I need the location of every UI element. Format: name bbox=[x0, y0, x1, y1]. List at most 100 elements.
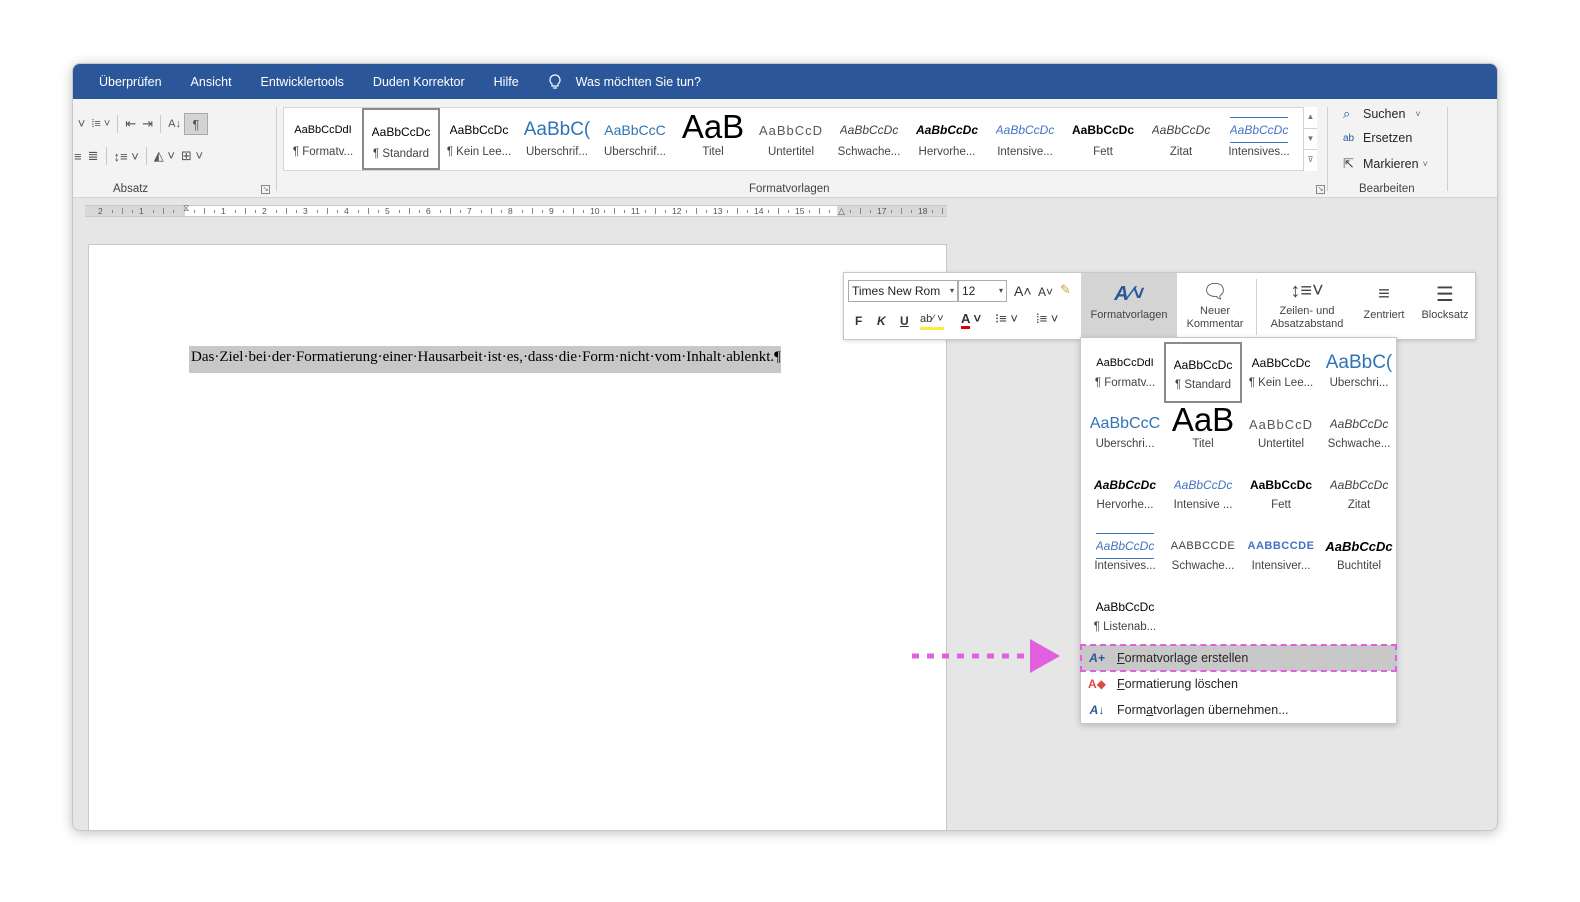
sort-icon[interactable]: A↓ bbox=[165, 113, 184, 135]
line-spacing-icon[interactable]: ↕≡ ˅ bbox=[111, 145, 142, 167]
gallery-style-item[interactable]: AaBbCcDc ¶ Kein Lee... bbox=[440, 108, 518, 170]
blocksatz-button[interactable]: ☰ Blocksatz bbox=[1414, 273, 1476, 339]
ruler-tick bbox=[214, 210, 215, 213]
font-color-icon[interactable]: A ˅ bbox=[961, 311, 981, 329]
bearbeiten-group: ⌕ Suchen ˅ ab Ersetzen ⇱ Markieren ˅ Bearbeit… bbox=[1331, 99, 1447, 198]
style-item[interactable]: AABBCCDE Intensiver... bbox=[1242, 525, 1320, 586]
menu-duden-korrektor[interactable]: Duden Korrektor bbox=[373, 75, 465, 89]
gallery-more-icon[interactable]: ⊽ bbox=[1304, 150, 1317, 171]
gallery-style-item-selected[interactable]: AaBbCcDc ¶ Standard bbox=[362, 108, 440, 170]
multilevel-list-icon[interactable]: ⁞≡ ˅ bbox=[88, 113, 113, 135]
style-item[interactable]: AaBbCcDdI ¶ Formatv... bbox=[1086, 342, 1164, 403]
formatvorlagen-uebernehmen-label: Formatvorlagen übernehmen... bbox=[1117, 703, 1289, 717]
gallery-scroll-down-icon[interactable]: ▼ bbox=[1304, 129, 1317, 151]
neuer-kommentar-button[interactable]: 🗨 Neuer Kommentar bbox=[1180, 273, 1250, 339]
zentriert-button[interactable]: ≡ Zentriert bbox=[1354, 273, 1414, 339]
gallery-style-item[interactable]: AaB Titel bbox=[674, 108, 752, 170]
ruler-tick bbox=[255, 210, 256, 213]
style-item[interactable]: AaBbCcDc Hervorhe... bbox=[1086, 464, 1164, 525]
shading-icon[interactable]: ◭ ˅ bbox=[151, 145, 178, 167]
italic-button[interactable]: K bbox=[877, 313, 886, 329]
align-distributed-icon[interactable]: ≣ bbox=[85, 145, 102, 167]
right-indent-marker[interactable]: △ bbox=[838, 206, 845, 217]
ruler-number: 14 bbox=[754, 206, 764, 216]
gallery-scrollbar[interactable]: ▲ ▼ ⊽ bbox=[1303, 107, 1317, 171]
tell-me-search[interactable]: Was möchten Sie tun? bbox=[548, 73, 701, 90]
align-justify-icon[interactable]: ≡ bbox=[73, 145, 85, 167]
bullets-icon[interactable]: ⁝≡ ˅ bbox=[995, 311, 1018, 327]
gallery-style-item[interactable]: AaBbCcDc Zitat bbox=[1142, 108, 1220, 170]
menu-hilfe[interactable]: Hilfe bbox=[494, 75, 519, 89]
ruler-tick bbox=[932, 210, 933, 213]
formatvorlage-erstellen-menu-item[interactable]: A+ Formatvorlage erstellen bbox=[1080, 644, 1397, 672]
gallery-style-item[interactable]: AaBbCcDc Hervorhe... bbox=[908, 108, 986, 170]
zeilen-absatzabstand-button[interactable]: ↕≡˅ Zeilen- und Absatzabstand bbox=[1262, 273, 1352, 339]
line-spacing-icon: ↕≡˅ bbox=[1290, 279, 1324, 302]
menu-ueberpruefen[interactable]: Überprüfen bbox=[99, 75, 162, 89]
style-item[interactable]: AaBbCcC Überschri... bbox=[1086, 403, 1164, 464]
style-item[interactable]: AaBbCcDc Fett bbox=[1242, 464, 1320, 525]
menu-ansicht[interactable]: Ansicht bbox=[191, 75, 232, 89]
gallery-style-item[interactable]: AaBbCcC Überschrif... bbox=[596, 108, 674, 170]
gallery-style-item[interactable]: AaBbCcDc Fett bbox=[1064, 108, 1142, 170]
gallery-style-item[interactable]: AaBbCcD Untertitel bbox=[752, 108, 830, 170]
suchen-button[interactable]: ⌕ Suchen ˅ bbox=[1343, 106, 1421, 122]
ruler-number: 1 bbox=[139, 206, 144, 216]
font-size-field[interactable]: 12 ▾ bbox=[958, 280, 1007, 302]
style-item[interactable]: AaBbCcD Untertitel bbox=[1242, 403, 1320, 464]
ruler-tick bbox=[204, 208, 205, 214]
gallery-scroll-up-icon[interactable]: ▲ bbox=[1304, 107, 1317, 129]
ruler-tick bbox=[163, 208, 164, 214]
ruler-tick bbox=[245, 208, 246, 214]
formatvorlagen-label: Formatvorlagen bbox=[749, 183, 830, 195]
style-item[interactable]: AaBbCcDc Schwache... bbox=[1320, 403, 1398, 464]
style-item[interactable]: AaBbCcDc Intensives... bbox=[1086, 525, 1164, 586]
show-formatting-marks-icon[interactable]: ¶ bbox=[183, 113, 208, 135]
style-item-selected[interactable]: AaBbCcDc ¶ Standard bbox=[1164, 342, 1242, 403]
style-item[interactable]: AaBbCcDc Intensive ... bbox=[1164, 464, 1242, 525]
grow-font-icon[interactable]: A˄ bbox=[1014, 283, 1032, 299]
gallery-style-item[interactable]: AaBbC(Überschrif... bbox=[518, 108, 596, 170]
ruler-number: 6 bbox=[426, 206, 431, 216]
formatvorlagen-dialog-launcher-icon[interactable]: ↘ bbox=[1316, 185, 1325, 194]
shrink-font-icon[interactable]: A˅ bbox=[1038, 284, 1053, 300]
gallery-style-item[interactable]: AaBbCcDdI ¶ Formatv... bbox=[284, 108, 362, 170]
ruler-tick bbox=[194, 210, 195, 213]
decrease-indent-icon[interactable]: ⇤ bbox=[122, 113, 139, 135]
document-page[interactable]: Das·Ziel·bei·der·Formatierung·einer·Haus… bbox=[88, 244, 947, 830]
document-paragraph[interactable]: Das·Ziel·bei·der·Formatierung·einer·Haus… bbox=[189, 346, 781, 373]
style-item[interactable]: AaB Titel bbox=[1164, 403, 1242, 464]
menu-entwicklertools[interactable]: Entwicklertools bbox=[261, 75, 344, 89]
style-item[interactable]: AaBbCcDc Zitat bbox=[1320, 464, 1398, 525]
bold-button[interactable]: F bbox=[855, 313, 862, 329]
ruler-tick bbox=[891, 210, 892, 213]
formatierung-loeschen-menu-item[interactable]: A◆ Formatierung löschen bbox=[1081, 671, 1396, 697]
formatvorlagen-button[interactable]: A⁄˅ Formatvorlagen bbox=[1081, 273, 1177, 339]
markieren-button[interactable]: ⇱ Markieren ˅ bbox=[1343, 156, 1428, 172]
gallery-style-item[interactable]: AaBbCcDc Intensives... bbox=[1220, 108, 1298, 170]
create-style-icon: A+ bbox=[1089, 651, 1105, 665]
gallery-style-item[interactable]: AaBbCcDc Intensive... bbox=[986, 108, 1064, 170]
ersetzen-button[interactable]: ab Ersetzen bbox=[1343, 131, 1412, 145]
borders-icon[interactable]: ⊞ ˅ bbox=[178, 145, 206, 167]
gallery-style-item[interactable]: AaBbCcDc Schwache... bbox=[830, 108, 908, 170]
style-item[interactable]: AaBbC(Überschri... bbox=[1320, 342, 1398, 403]
increase-indent-icon[interactable]: ⇥ bbox=[139, 113, 156, 135]
style-item[interactable]: AABBCCDE Schwache... bbox=[1164, 525, 1242, 586]
ruler-tick bbox=[358, 210, 359, 213]
ruler-tick bbox=[829, 210, 830, 213]
highlight-icon[interactable]: ab⁄ ˅ bbox=[920, 311, 944, 330]
style-item[interactable]: AaBbCcDc ¶ Listenab... bbox=[1086, 586, 1164, 647]
bullets-icon[interactable]: ⁝ ˅ bbox=[73, 113, 88, 135]
formatvorlagen-uebernehmen-menu-item[interactable]: A↓ Formatvorlagen übernehmen... bbox=[1081, 697, 1396, 723]
numbering-icon[interactable]: ⁞≡ ˅ bbox=[1036, 311, 1058, 327]
absatz-dialog-launcher-icon[interactable]: ↘ bbox=[261, 185, 270, 194]
ribbon: ⁝ ˅ ⁞≡ ˅ ⇤ ⇥ A↓ ¶ ≡ ≣ ↕≡ ˅ ◭ ˅ ⊞ ˅ Absat… bbox=[73, 99, 1497, 198]
font-name-field[interactable]: Times New Rom ▾ bbox=[848, 280, 958, 302]
underline-button[interactable]: U bbox=[900, 313, 909, 329]
style-item[interactable]: AaBbCcDc Buchtitel bbox=[1320, 525, 1398, 586]
style-item[interactable]: AaBbCcDc ¶ Kein Lee... bbox=[1242, 342, 1320, 403]
first-line-indent-marker[interactable]: ⧖ bbox=[183, 203, 189, 214]
ruler-number: 3 bbox=[303, 206, 308, 216]
format-painter-icon[interactable]: ✎ bbox=[1060, 282, 1071, 298]
